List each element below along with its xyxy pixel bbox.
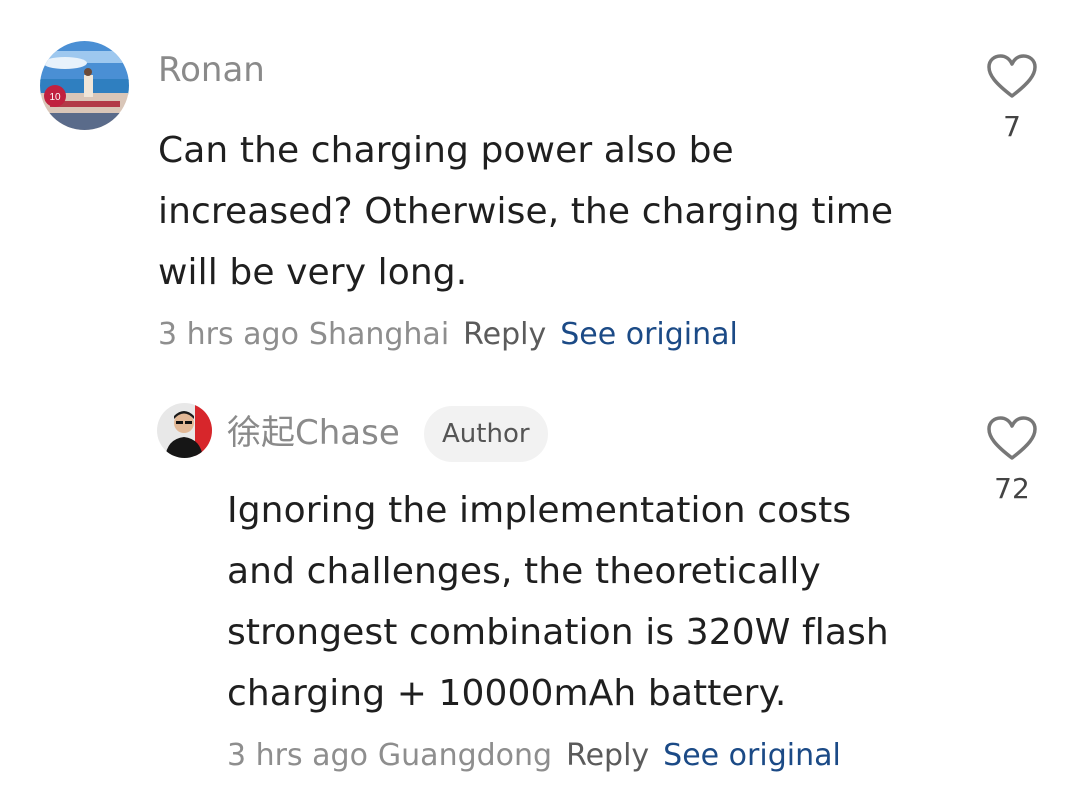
reply-username[interactable]: 徐起Chase	[227, 413, 400, 453]
reply-like-button[interactable]: 72	[982, 416, 1042, 506]
heart-icon	[987, 54, 1037, 98]
author-badge: Author	[424, 406, 548, 462]
reply-text: Ignoring the implementation costs and ch…	[227, 490, 889, 714]
reply-button[interactable]: Reply	[463, 315, 546, 355]
like-button[interactable]: 7	[982, 54, 1042, 144]
like-count: 7	[1003, 110, 1021, 143]
reply-meta: 3 hrs ago Guangdong Reply See original	[227, 736, 841, 776]
reply-location: Guangdong	[377, 738, 553, 773]
comment-username[interactable]: Ronan	[158, 50, 265, 90]
reply-see-original-link[interactable]: See original	[663, 736, 841, 776]
see-original-link[interactable]: See original	[560, 315, 738, 355]
svg-text:10: 10	[49, 92, 61, 103]
avatar-photo-beach-icon: 10	[40, 41, 129, 130]
reply-time: 3 hrs ago	[227, 738, 368, 773]
comment-avatar[interactable]: 10	[40, 41, 129, 130]
comment-location: Shanghai	[308, 317, 450, 352]
comment-time: 3 hrs ago	[158, 317, 299, 352]
comment-text: Can the charging power also be increased…	[158, 130, 894, 293]
reply-reply-button[interactable]: Reply	[566, 736, 649, 776]
reply-like-count: 72	[994, 472, 1030, 505]
heart-icon	[987, 416, 1037, 460]
avatar-photo-man-icon	[157, 403, 212, 458]
reply-avatar[interactable]	[157, 403, 212, 458]
comment-meta: 3 hrs ago Shanghai Reply See original	[158, 315, 738, 355]
